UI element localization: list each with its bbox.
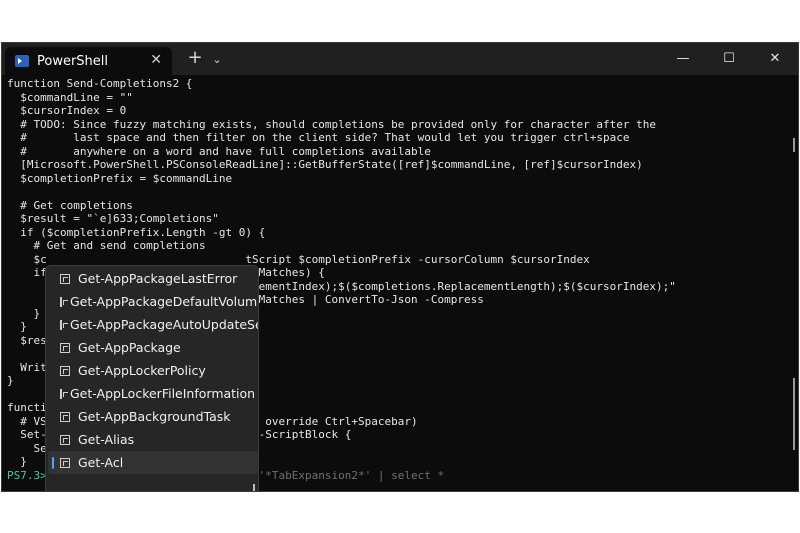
- code-line: $result = "`e]633;Completions": [7, 212, 219, 225]
- popup-scrollbar-thumb[interactable]: [253, 484, 255, 491]
- completion-label: Get-AppLockerPolicy: [78, 363, 206, 378]
- command-icon: [60, 388, 68, 399]
- minimize-button[interactable]: —: [660, 47, 706, 71]
- completion-item[interactable]: Get-AppPackageAutoUpdateSe: [46, 313, 258, 336]
- command-icon: [60, 434, 70, 445]
- completion-label: Get-AppBackgroundTask: [78, 409, 231, 424]
- completion-item[interactable]: Get-AppPackageLastError: [46, 267, 246, 290]
- selection-indicator: [52, 457, 54, 469]
- code-line: [Microsoft.PowerShell.PSConsoleReadLine]…: [7, 158, 643, 171]
- completion-item[interactable]: Get-Alias: [46, 428, 246, 451]
- maximize-button[interactable]: ☐: [706, 47, 752, 71]
- completion-item[interactable]: Get-AppLockerFileInformation: [46, 382, 255, 405]
- tab-close-icon[interactable]: ✕: [150, 52, 162, 68]
- completion-item[interactable]: Get-AppPackage: [46, 336, 246, 359]
- command-icon: [60, 296, 68, 307]
- title-bar: PowerShell ✕ + ⌄ — ☐ ✕: [2, 43, 798, 75]
- completion-item[interactable]: Get-AppBackgroundTask: [46, 405, 246, 428]
- code-line: $commandLine = "": [7, 90, 133, 104]
- code-line: if ($completionPrefix.Length -gt 0) {: [7, 225, 266, 239]
- close-button[interactable]: ✕: [752, 47, 798, 71]
- command-icon: [60, 365, 70, 376]
- completion-label: Get-AppPackageDefaultVolume: [70, 294, 259, 309]
- command-icon: [60, 342, 70, 353]
- dropdown-chevron-icon[interactable]: ⌄: [210, 53, 224, 66]
- command-icon: [60, 457, 70, 468]
- command-icon: [60, 319, 68, 330]
- command-icon: [60, 273, 70, 284]
- command-icon: [60, 411, 70, 422]
- code-line: # TODO: Since fuzzy matching exists, sho…: [7, 117, 657, 131]
- code-line: # anywhere on a word and have full compl…: [7, 144, 431, 158]
- code-line: # Get completions: [7, 198, 133, 212]
- completion-item[interactable]: Get-AppLockerPolicy: [46, 359, 246, 382]
- completion-label: Get-Acl: [78, 455, 124, 470]
- scrollbar-indicator[interactable]: [793, 138, 795, 152]
- code-line: $c tScript $completionPrefix -cursorColu…: [7, 252, 590, 266]
- completion-label: Get-AppPackageLastError: [78, 271, 238, 286]
- completion-label: Get-AppPackageAutoUpdateSe: [70, 317, 259, 332]
- code-line: function Send-Completions2 {: [7, 77, 193, 90]
- powershell-icon: [15, 55, 29, 67]
- tab-powershell[interactable]: PowerShell ✕: [5, 47, 172, 75]
- code-line: # Get and send completions: [7, 239, 206, 252]
- tab-title: PowerShell: [37, 53, 109, 69]
- terminal-window: PowerShell ✕ + ⌄ — ☐ ✕ function Send-Com…: [1, 42, 799, 492]
- new-tab-button[interactable]: +: [185, 47, 205, 68]
- completion-label: Get-Alias: [78, 432, 135, 447]
- code-line: # last space and then filter on the clie…: [7, 131, 630, 144]
- completion-item-selected[interactable]: Get-Acl: [48, 451, 258, 474]
- completion-popup: Get-AppPackageLastError Get-AppPackageDe…: [45, 265, 259, 491]
- scrollbar-thumb[interactable]: [793, 378, 795, 450]
- completion-item[interactable]: Get-AppPackageDefaultVolume: [46, 290, 258, 313]
- code-line: $cursorIndex = 0: [7, 104, 127, 117]
- code-line: $completionPrefix = $commandLine: [7, 171, 233, 185]
- completion-label: Get-AppPackage: [78, 340, 181, 355]
- completion-label: Get-AppLockerFileInformation: [70, 386, 256, 401]
